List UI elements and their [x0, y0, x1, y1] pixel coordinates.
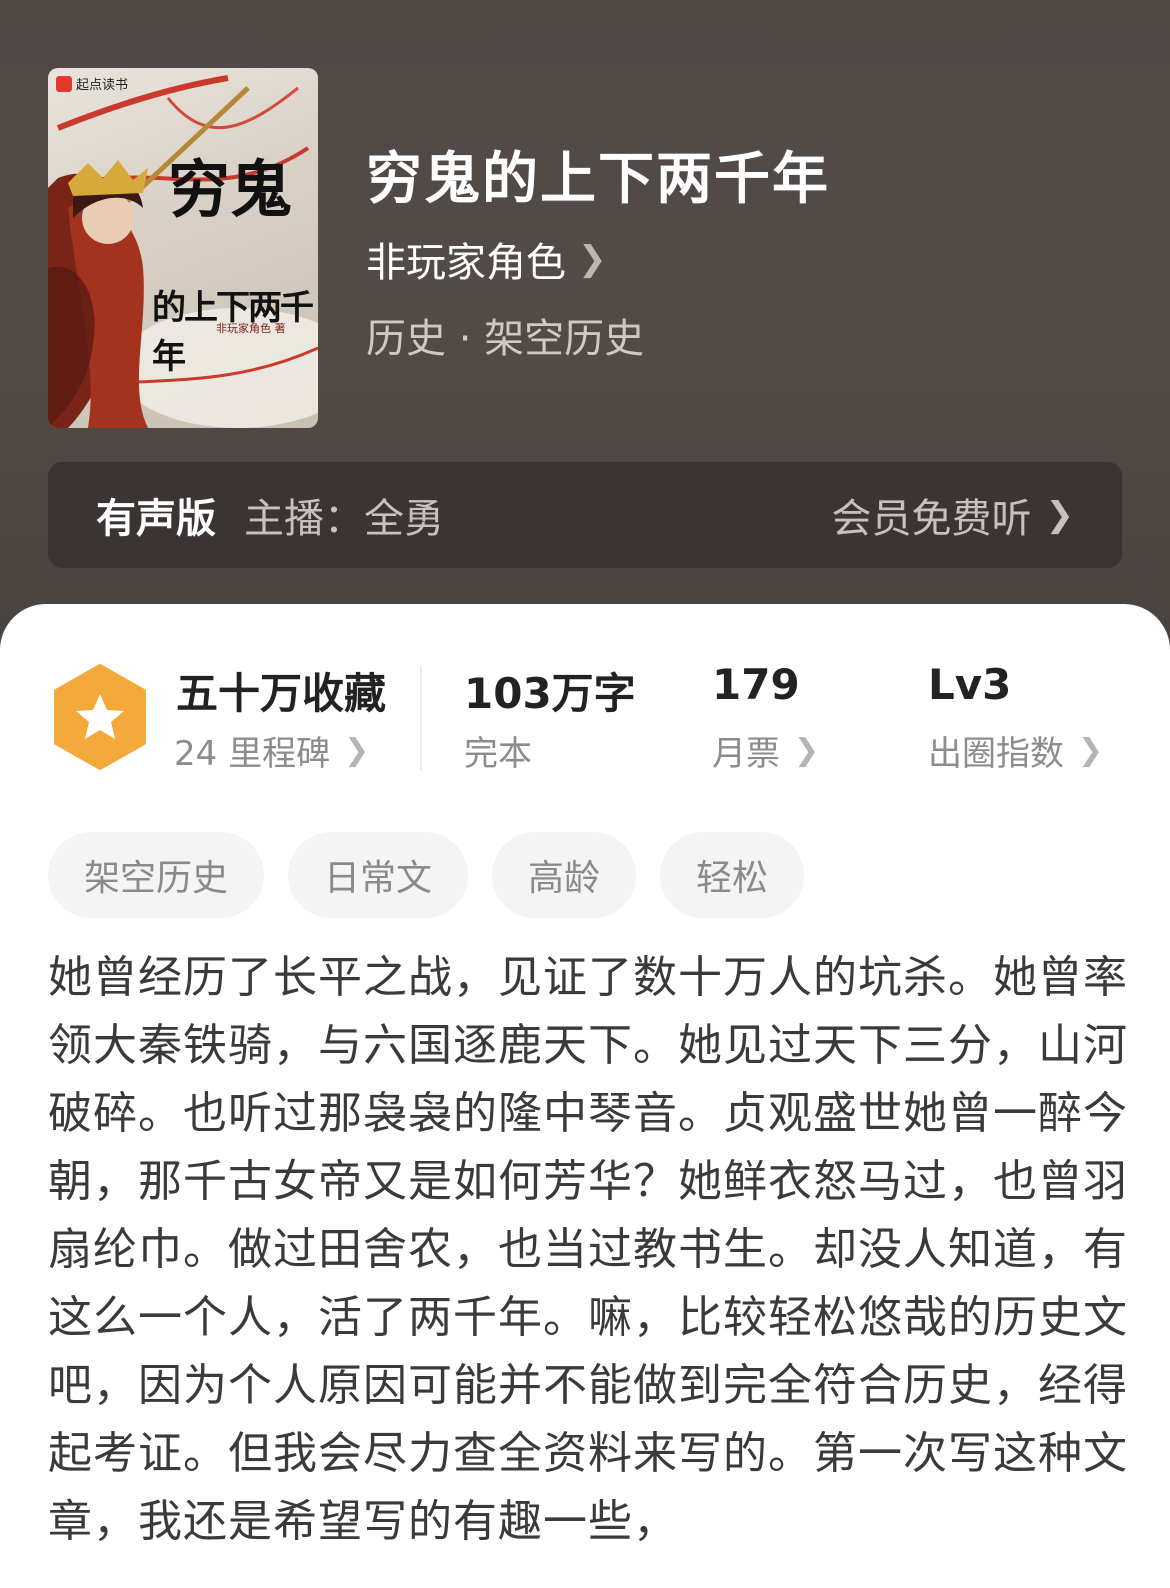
popularity-index-label: 出圈指数 [928, 734, 1064, 774]
completion-status-text: 完本 [464, 734, 532, 774]
monthly-votes-count: 179 [712, 660, 800, 709]
favorites-count: 五十万收藏 [176, 669, 387, 718]
monthly-votes-label: 月票 [712, 734, 780, 774]
monthly-votes-link[interactable]: 月票 ❯ [712, 726, 819, 775]
chevron-right-icon: ❯ [794, 733, 820, 768]
chevron-right-icon: ❯ [578, 239, 607, 279]
author-name: 非玩家角色 [366, 240, 566, 286]
popularity-level: Lv3 [928, 660, 1012, 709]
book-title: 穷鬼的上下两千年 [366, 147, 830, 212]
cover-brand: 起点读书 [56, 74, 128, 93]
cover-brand-text: 起点读书 [76, 78, 129, 93]
author-link[interactable]: 非玩家角色 ❯ [366, 230, 607, 288]
member-free-listen-button[interactable]: 会员免费听 ❯ [832, 486, 1075, 544]
book-header: 起点读书 穷鬼 的上下两千年 非玩家角色 著 穷鬼的上下两千年 非玩家角色 ❯ … [0, 0, 1170, 640]
tag-list: 架空历史 日常文 高龄 轻松 [48, 832, 805, 918]
stats-divider [420, 666, 422, 770]
listen-label: 会员免费听 [831, 496, 1032, 542]
audiobook-bar[interactable]: 有声版 主播：全勇 会员免费听 ❯ [48, 462, 1122, 568]
chevron-right-icon: ❯ [1045, 495, 1075, 535]
book-description[interactable]: 她曾经历了长平之战，见证了数十万人的坑杀。她曾率领大秦铁骑，与六国逐鹿天下。她见… [48, 944, 1128, 1556]
book-genre: 历史 · 架空历史 [366, 316, 645, 362]
brand-logo-icon [56, 75, 72, 92]
tag-chip[interactable]: 高龄 [492, 832, 637, 918]
popularity-index-link[interactable]: 出圈指数 ❯ [928, 726, 1103, 775]
cover-author: 非玩家角色 著 [216, 322, 286, 335]
word-count: 103万字 [464, 669, 636, 718]
audiobook-anchor: 主播：全勇 [244, 496, 444, 542]
star-badge-icon [54, 664, 146, 770]
chevron-right-icon: ❯ [344, 733, 370, 768]
milestones-link[interactable]: 24 里程碑 ❯ [174, 726, 369, 775]
tag-chip[interactable]: 架空历史 [48, 832, 265, 918]
book-cover[interactable]: 起点读书 穷鬼 的上下两千年 非玩家角色 著 [48, 68, 318, 428]
audiobook-label: 有声版 [96, 496, 216, 542]
tag-chip[interactable]: 日常文 [288, 832, 469, 918]
stats-row: 五十万收藏 24 里程碑 ❯ 103万字 完本 179 月票 ❯ Lv3 出圈指… [0, 660, 1170, 780]
cover-title-big: 穷鬼 [168, 153, 293, 226]
tag-chip[interactable]: 轻松 [660, 832, 805, 918]
chevron-right-icon: ❯ [1078, 733, 1104, 768]
milestones-text: 24 里程碑 [174, 734, 331, 774]
completion-status: 完本 [464, 726, 532, 775]
book-detail-panel: 五十万收藏 24 里程碑 ❯ 103万字 完本 179 月票 ❯ Lv3 出圈指… [0, 604, 1170, 1588]
